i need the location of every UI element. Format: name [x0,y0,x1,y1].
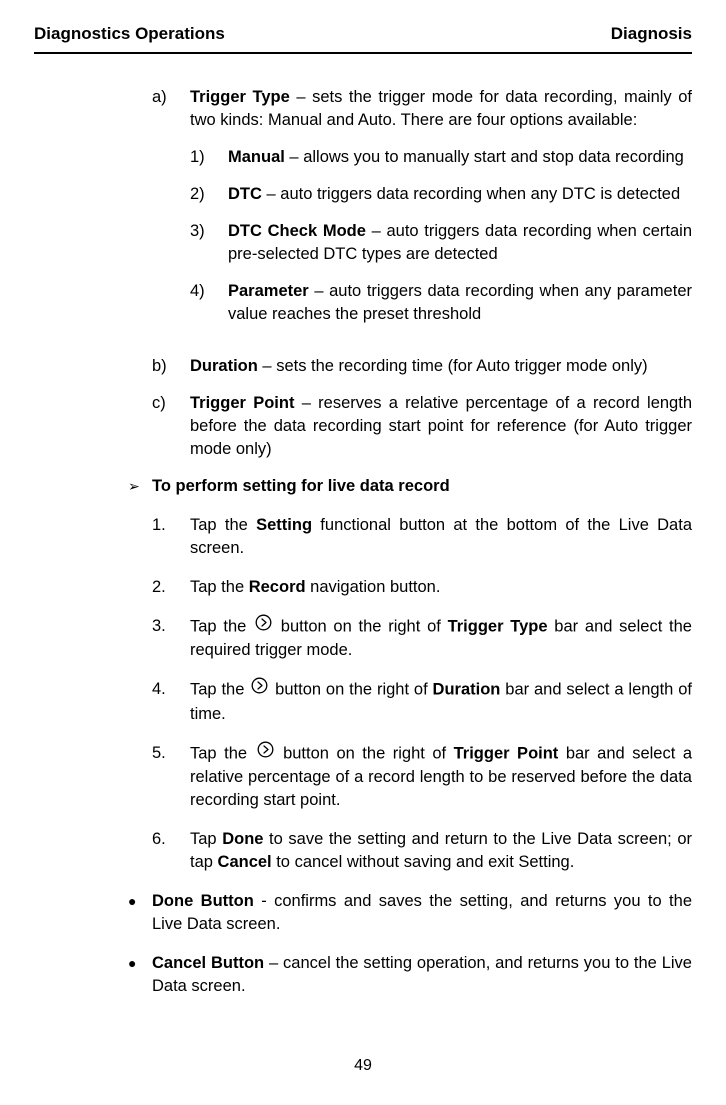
done-bold: Done Button [152,892,254,910]
num-4-marker: 4) [190,280,228,326]
s6t3: to cancel without saving and exit Settin… [272,853,575,871]
procedure-title: To perform setting for live data record [152,475,692,498]
num-3-bold: DTC Check Mode [228,222,366,240]
body-c: Trigger Point – reserves a relative perc… [190,392,692,461]
arrow-icon: ➢ [128,475,152,498]
step-3: 3. Tap the button on the right of Trigge… [152,615,692,662]
bullet-done-body: Done Button - confirms and saves the set… [152,890,692,936]
s5t2: button on the right of [276,744,454,762]
s6b1: Done [222,830,263,848]
header-right: Diagnosis [611,22,692,46]
num-1-body: Manual – allows you to manually start an… [228,146,692,169]
num-list: 1) Manual – allows you to manually start… [190,146,692,327]
step-6-body: Tap Done to save the setting and return … [190,828,692,874]
step-5-body: Tap the button on the right of Trigger P… [190,742,692,812]
s4b: Duration [433,681,501,699]
step-3-body: Tap the button on the right of Trigger T… [190,615,692,662]
bullet-cancel: ● Cancel Button – cancel the setting ope… [128,952,692,998]
body-content: a) Trigger Type – sets the trigger mode … [34,86,692,999]
num-3: 3) DTC Check Mode – auto triggers data r… [190,220,692,266]
s4t2: button on the right of [270,681,432,699]
s5t1: Tap the [190,744,255,762]
step-5: 5. Tap the button on the right of Trigge… [152,742,692,812]
num-2-bold: DTC [228,185,262,203]
lead-c: Trigger Point [190,394,294,412]
lead-a: Trigger Type [190,88,290,106]
cancel-bold: Cancel Button [152,954,264,972]
body-a: Trigger Type – sets the trigger mode for… [190,86,692,341]
circle-right-icon [255,614,272,638]
bullet-icon: ● [128,952,152,998]
header-divider [34,52,692,54]
item-c: c) Trigger Point – reserves a relative p… [152,392,692,461]
step-1-body: Tap the Setting functional button at the… [190,514,692,560]
item-b: b) Duration – sets the recording time (f… [152,355,692,378]
s2t2: navigation button. [306,578,441,596]
num-2-rest: – auto triggers data recording when any … [262,185,680,203]
s3t1: Tap the [190,618,253,636]
page-number: 49 [0,1055,726,1077]
num-4: 4) Parameter – auto triggers data record… [190,280,692,326]
num-1-bold: Manual [228,148,285,166]
num-2-marker: 2) [190,183,228,206]
step-2: 2. Tap the Record navigation button. [152,576,692,599]
s4t1: Tap the [190,681,249,699]
step-4-marker: 4. [152,678,190,725]
step-2-body: Tap the Record navigation button. [190,576,692,599]
s6t1: Tap [190,830,222,848]
bullet-cancel-body: Cancel Button – cancel the setting opera… [152,952,692,998]
lead-b: Duration [190,357,258,375]
circle-right-icon [257,741,274,765]
step-4-body: Tap the button on the right of Duration … [190,678,692,725]
step-6: 6. Tap Done to save the setting and retu… [152,828,692,874]
s5b: Trigger Point [454,744,559,762]
procedure-heading: ➢ To perform setting for live data recor… [128,475,692,498]
letter-list: a) Trigger Type – sets the trigger mode … [152,86,692,461]
step-4: 4. Tap the button on the right of Durati… [152,678,692,725]
item-a: a) Trigger Type – sets the trigger mode … [152,86,692,341]
num-2: 2) DTC – auto triggers data recording wh… [190,183,692,206]
bullet-done: ● Done Button - confirms and saves the s… [128,890,692,936]
s3t2: button on the right of [274,618,448,636]
num-3-marker: 3) [190,220,228,266]
s6b2: Cancel [218,853,272,871]
num-3-body: DTC Check Mode – auto triggers data reco… [228,220,692,266]
num-4-bold: Parameter [228,282,309,300]
step-1: 1. Tap the Setting functional button at … [152,514,692,560]
step-5-marker: 5. [152,742,190,812]
rest-b: – sets the recording time (for Auto trig… [258,357,648,375]
s3b: Trigger Type [448,618,548,636]
marker-b: b) [152,355,190,378]
page-header: Diagnostics Operations Diagnosis [34,22,692,46]
step-3-marker: 3. [152,615,190,662]
num-4-body: Parameter – auto triggers data recording… [228,280,692,326]
s1b: Setting [256,516,312,534]
step-2-marker: 2. [152,576,190,599]
bullet-list: ● Done Button - confirms and saves the s… [128,890,692,998]
marker-c: c) [152,392,190,461]
step-list: 1. Tap the Setting functional button at … [152,514,692,874]
circle-right-icon [251,677,268,701]
s2t1: Tap the [190,578,249,596]
num-2-body: DTC – auto triggers data recording when … [228,183,692,206]
step-1-marker: 1. [152,514,190,560]
s2b: Record [249,578,306,596]
step-6-marker: 6. [152,828,190,874]
bullet-icon: ● [128,890,152,936]
num-1-rest: – allows you to manually start and stop … [285,148,684,166]
s1t1: Tap the [190,516,256,534]
header-left: Diagnostics Operations [34,22,225,46]
body-b: Duration – sets the recording time (for … [190,355,692,378]
marker-a: a) [152,86,190,341]
num-1: 1) Manual – allows you to manually start… [190,146,692,169]
num-1-marker: 1) [190,146,228,169]
